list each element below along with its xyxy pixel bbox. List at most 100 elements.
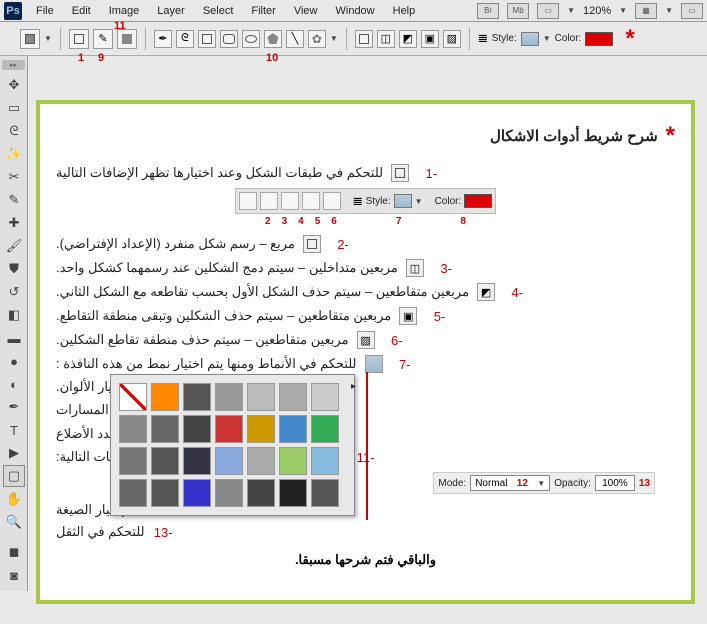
move-tool-icon[interactable]: ✥	[3, 74, 25, 96]
tool-preset-icon[interactable]	[20, 29, 40, 49]
eyedropper-tool-icon[interactable]: ✎	[3, 189, 25, 211]
style-cell[interactable]	[311, 447, 339, 475]
combine-exclude-icon[interactable]: ▨	[443, 30, 461, 48]
combine-add-icon[interactable]: ◫	[377, 30, 395, 48]
menu-select[interactable]: Select	[195, 3, 242, 19]
menu-image[interactable]: Image	[101, 3, 148, 19]
style-cell[interactable]	[279, 415, 307, 443]
zoom-level[interactable]: 120%	[583, 5, 611, 17]
mode-select[interactable]: Normal12▼	[470, 475, 550, 491]
rounded-rect-icon[interactable]	[220, 30, 238, 48]
mb-icon[interactable]: Mb	[507, 3, 529, 19]
shape-layers-icon[interactable]	[69, 29, 89, 49]
style-cell[interactable]	[119, 415, 147, 443]
menu-file[interactable]: File	[28, 3, 62, 19]
path-select-icon[interactable]: ▶	[3, 442, 25, 464]
color-swatch[interactable]	[585, 32, 613, 46]
quickmask-icon[interactable]: ◙	[3, 564, 25, 586]
opacity-input[interactable]: 100%	[595, 475, 635, 491]
ellipse-icon[interactable]	[242, 30, 260, 48]
dodge-tool-icon[interactable]: ◐	[3, 373, 25, 395]
style-cell[interactable]	[151, 447, 179, 475]
bridge-icon[interactable]: Br	[477, 3, 499, 19]
combine-subtract-icon[interactable]: ◩	[399, 30, 417, 48]
healing-tool-icon[interactable]: ✚	[3, 212, 25, 234]
style-cell[interactable]	[119, 383, 147, 411]
pen-tool-icon[interactable]: ✒	[3, 396, 25, 418]
line-icon[interactable]: ╲	[286, 30, 304, 48]
menu-filter[interactable]: Filter	[243, 3, 283, 19]
stamp-tool-icon[interactable]: ⛊	[3, 258, 25, 280]
screen-mode-icon[interactable]: ▭	[537, 3, 559, 19]
rectangle-icon[interactable]	[198, 30, 216, 48]
zoom-tool-icon[interactable]: 🔍	[3, 511, 25, 533]
pen-icon[interactable]: ✒	[154, 30, 172, 48]
link-icon[interactable]: 𝌆	[478, 32, 488, 45]
style-cell[interactable]	[247, 383, 275, 411]
style-cell[interactable]	[279, 383, 307, 411]
paths-icon[interactable]: ✎	[93, 29, 113, 49]
type-tool-icon[interactable]: T	[3, 419, 25, 441]
menu-layer[interactable]: Layer	[149, 3, 193, 19]
row-text: للتحكم في الأنماط ومنها يتم اختيار نمط م…	[56, 356, 357, 372]
combine-new-icon[interactable]	[355, 30, 373, 48]
mini-style-swatch	[394, 194, 412, 208]
eraser-tool-icon[interactable]: ◧	[3, 304, 25, 326]
style-swatch[interactable]	[521, 32, 539, 46]
mode-ann-13: 13	[639, 478, 650, 489]
menu-help[interactable]: Help	[385, 3, 424, 19]
style-cell[interactable]	[215, 479, 243, 507]
style-cell[interactable]	[311, 415, 339, 443]
style-cell[interactable]	[247, 479, 275, 507]
row-text: مربعين متقاطعين – سيتم حذف الشكلين وتبقى…	[56, 308, 391, 324]
workspace-icon[interactable]: ▭	[681, 3, 703, 19]
style-cell[interactable]	[215, 447, 243, 475]
history-brush-icon[interactable]: ↺	[3, 281, 25, 303]
row-text: للتحكم في الثقل	[56, 524, 145, 540]
style-cell[interactable]	[279, 447, 307, 475]
style-cell[interactable]	[119, 447, 147, 475]
foreground-color-icon[interactable]: ◼	[3, 541, 25, 563]
crop-tool-icon[interactable]: ✂	[3, 166, 25, 188]
mini-intersect-icon	[302, 192, 320, 210]
style-cell[interactable]	[311, 479, 339, 507]
hand-tool-icon[interactable]: ✋	[3, 488, 25, 510]
row4-icon: ◩	[477, 283, 495, 301]
style-cell[interactable]	[215, 383, 243, 411]
marquee-tool-icon[interactable]: ▭	[3, 97, 25, 119]
menu-edit[interactable]: Edit	[64, 3, 99, 19]
style-cell[interactable]	[247, 415, 275, 443]
polygon-icon[interactable]	[264, 30, 282, 48]
custom-shape-icon[interactable]: ✿	[308, 30, 326, 48]
toolbox-grip[interactable]	[2, 60, 25, 70]
mini-ann-5: 5	[315, 216, 321, 227]
blur-tool-icon[interactable]: ●	[3, 350, 25, 372]
freeform-pen-icon[interactable]: ᘓ	[176, 30, 194, 48]
combine-intersect-icon[interactable]: ▣	[421, 30, 439, 48]
style-cell[interactable]	[183, 479, 211, 507]
arrange-icon[interactable]: ▦	[635, 3, 657, 19]
wand-tool-icon[interactable]: ✨	[3, 143, 25, 165]
brush-tool-icon[interactable]: 🖌	[3, 235, 25, 257]
row-num: -6	[383, 333, 403, 348]
style-cell[interactable]	[183, 447, 211, 475]
style-cell[interactable]	[311, 383, 339, 411]
style-cell[interactable]	[247, 447, 275, 475]
mini-style-label: Style:	[366, 196, 391, 207]
style-cell[interactable]	[151, 415, 179, 443]
style-cell[interactable]	[151, 479, 179, 507]
shape-tool-icon[interactable]: ▢	[3, 465, 25, 487]
row-num: -1	[417, 166, 437, 181]
style-cell[interactable]	[183, 383, 211, 411]
gradient-tool-icon[interactable]: ▬	[3, 327, 25, 349]
panel-menu-icon[interactable]: ▸	[351, 381, 356, 392]
style-cell[interactable]	[279, 479, 307, 507]
lasso-tool-icon[interactable]: ᘓ	[3, 120, 25, 142]
style-cell[interactable]	[183, 415, 211, 443]
menu-view[interactable]: View	[286, 3, 326, 19]
menu-window[interactable]: Window	[328, 3, 383, 19]
style-cell[interactable]	[215, 415, 243, 443]
mini-ann-2: 2	[265, 216, 271, 227]
style-cell[interactable]	[119, 479, 147, 507]
style-cell[interactable]	[151, 383, 179, 411]
